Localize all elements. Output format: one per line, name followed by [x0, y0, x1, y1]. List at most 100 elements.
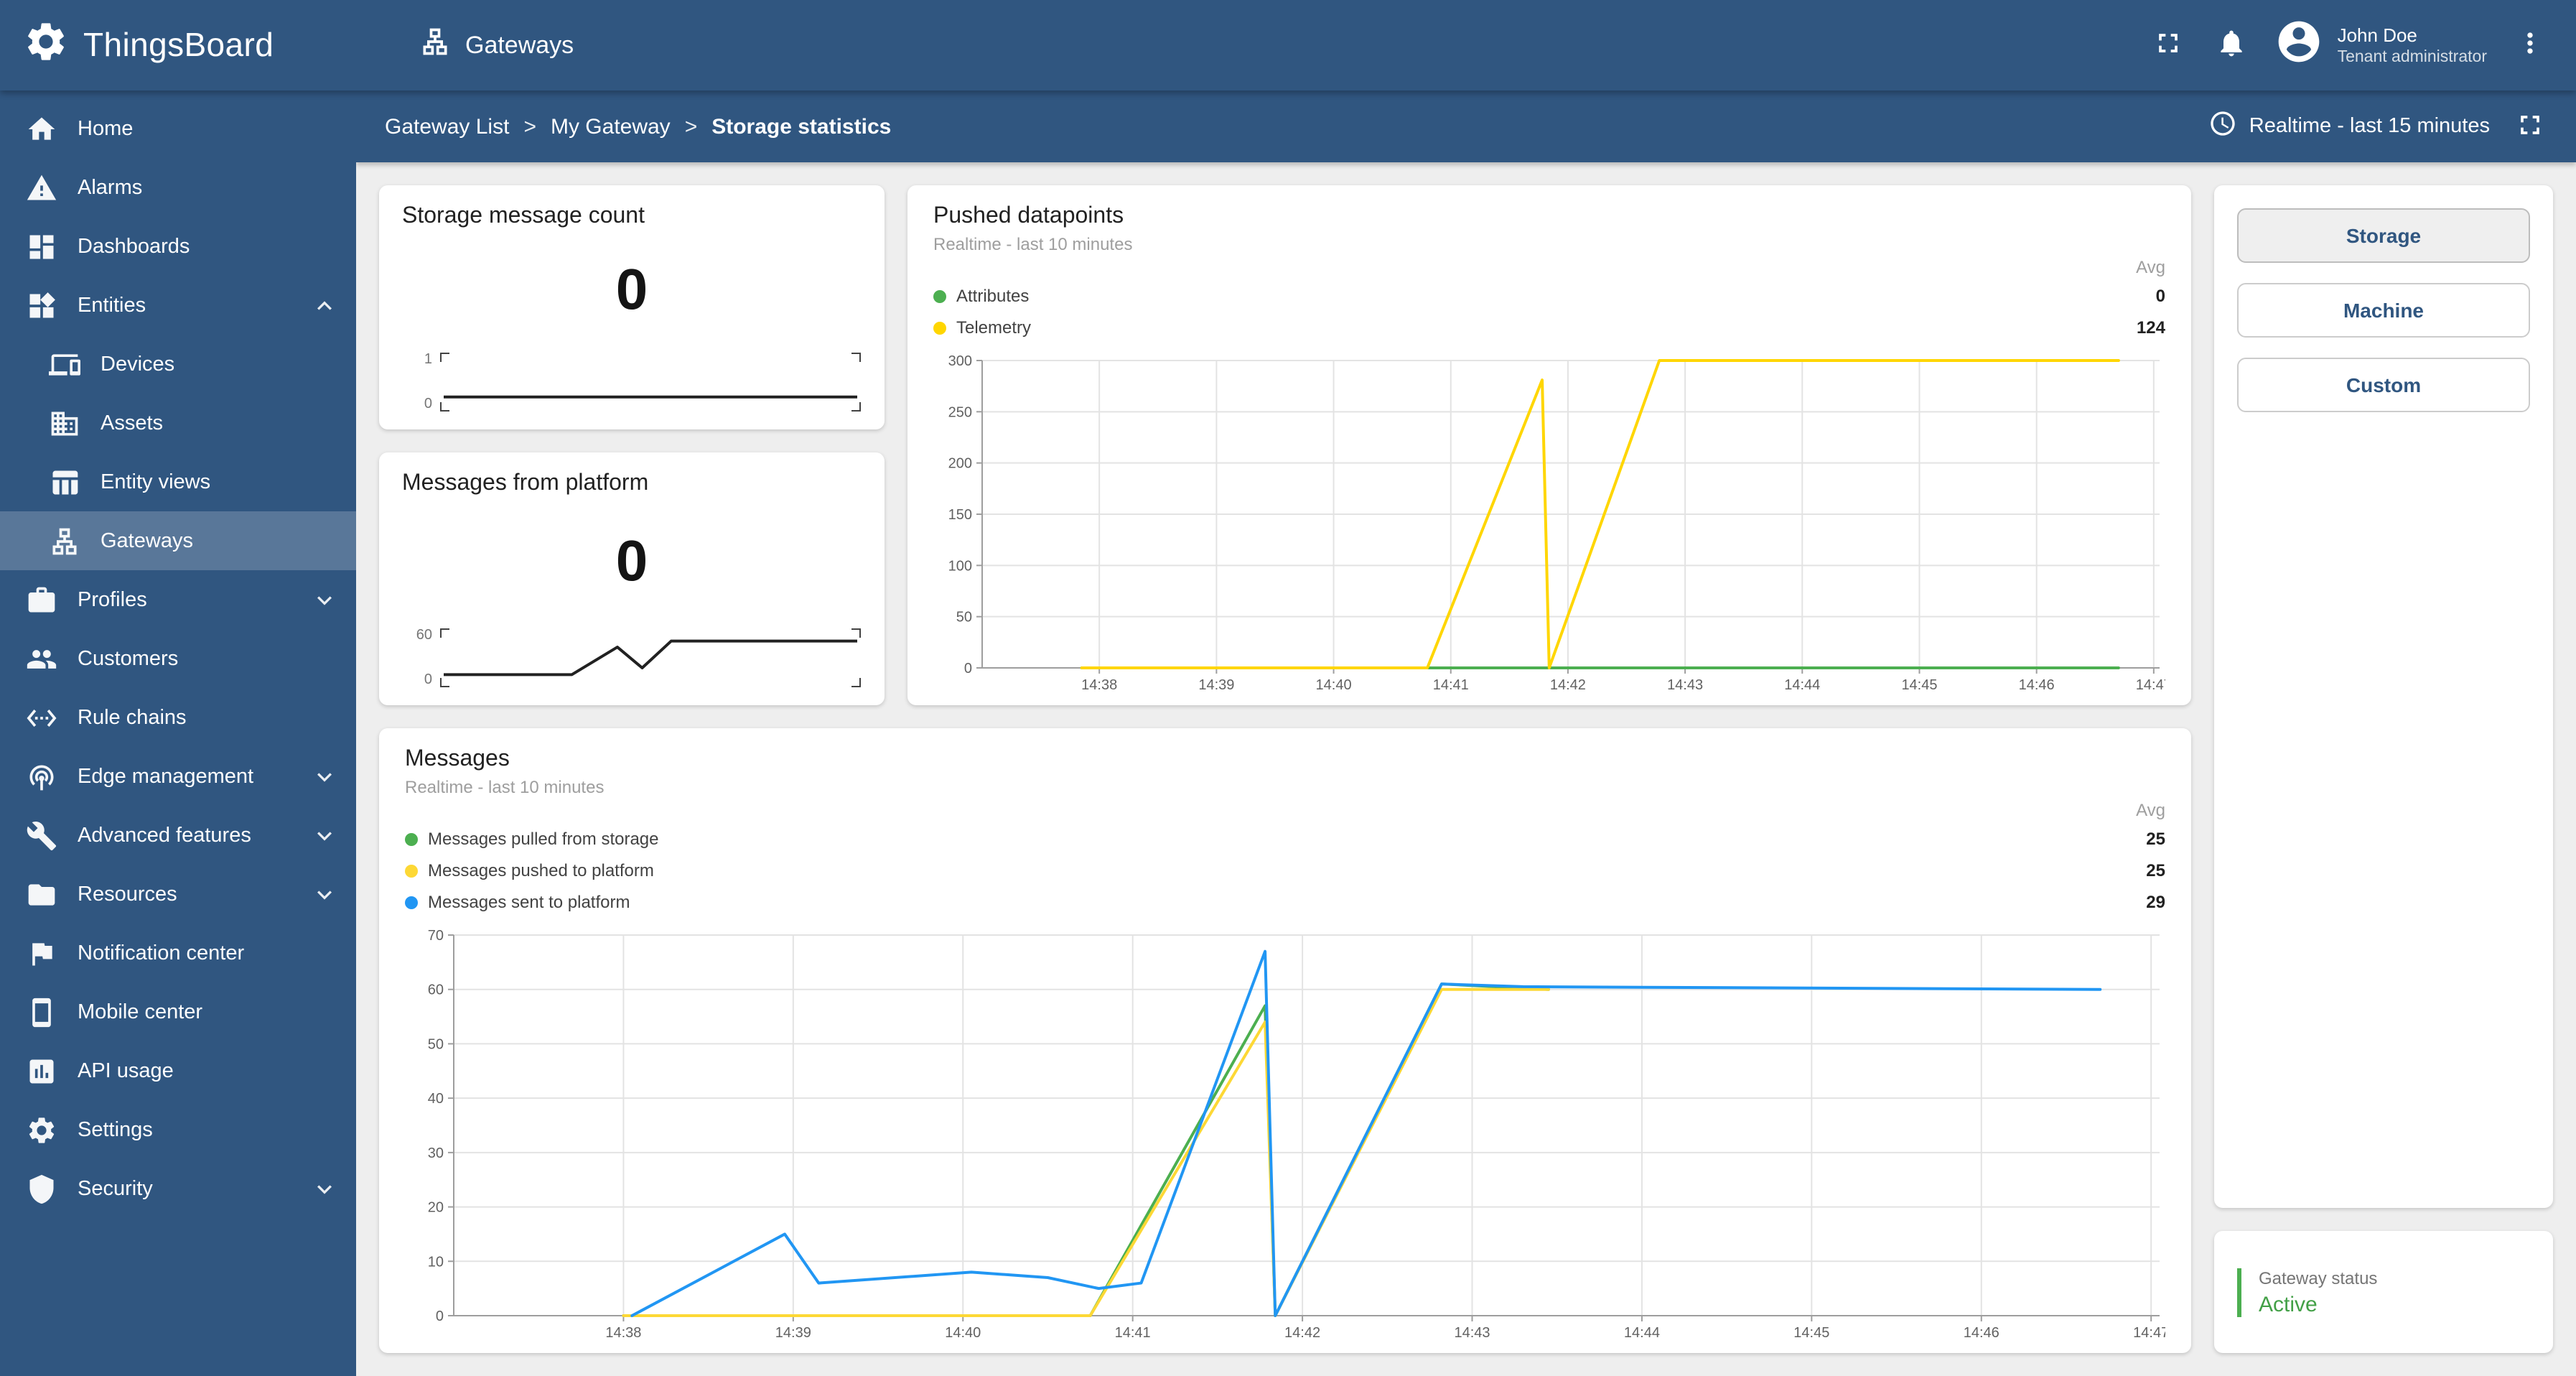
dashboard-grid: Storage message count 0 1 0 Messages fro… — [356, 162, 2576, 1376]
sidebar-item-notification-center[interactable]: Notification center — [0, 924, 356, 982]
legend-label: Messages pushed to platform — [428, 860, 654, 880]
legend-dot — [405, 832, 418, 845]
sidebar-item-label: Gateways — [101, 529, 193, 552]
sidebar-item-entities[interactable]: Entities — [0, 276, 356, 335]
sidebar-item-api-usage[interactable]: API usage — [0, 1041, 356, 1100]
sidebar-item-home[interactable]: Home — [0, 99, 356, 158]
settings-icon — [26, 1114, 57, 1145]
svg-text:14:45: 14:45 — [1901, 677, 1937, 693]
messages-card: Messages Realtime - last 10 minutes Avg … — [379, 728, 2191, 1353]
sidebar-item-label: API usage — [78, 1059, 174, 1082]
entity-views-icon — [49, 466, 80, 498]
spark-max-label: 60 — [416, 628, 432, 643]
legend-label: Messages sent to platform — [428, 892, 630, 912]
legend-item-messages-pulled-from-storage[interactable]: Messages pulled from storage 25 — [405, 823, 2165, 855]
state-button-storage[interactable]: Storage — [2237, 208, 2530, 263]
dashboards-icon — [26, 231, 57, 262]
widget-subtitle: Realtime - last 10 minutes — [933, 234, 1133, 254]
legend-item-attributes[interactable]: Attributes 0 — [933, 280, 2165, 312]
breadcrumb-item-gateway-list[interactable]: Gateway List — [385, 114, 509, 139]
legend-item-messages-pushed-to-platform[interactable]: Messages pushed to platform 25 — [405, 855, 2165, 886]
svg-text:14:47: 14:47 — [2136, 677, 2165, 693]
state-button-custom[interactable]: Custom — [2237, 358, 2530, 412]
sidebar-item-label: Mobile center — [78, 1000, 203, 1023]
fullscreen-button[interactable] — [2139, 17, 2197, 74]
gateway-status-card: Gateway status Active — [2214, 1231, 2553, 1353]
spark-min-label: 0 — [424, 396, 432, 412]
svg-text:14:41: 14:41 — [1433, 677, 1469, 693]
sidebar-item-gateways[interactable]: Gateways — [0, 511, 356, 570]
sidebar-item-advanced-features[interactable]: Advanced features — [0, 806, 356, 865]
sidebar-item-devices[interactable]: Devices — [0, 335, 356, 394]
profiles-icon — [26, 584, 57, 615]
breadcrumb-item-storage-statistics: Storage statistics — [711, 114, 892, 139]
chart-legend: Attributes 0 Telemetry 124 — [933, 280, 2165, 343]
sidebar-item-rule-chains[interactable]: Rule chains — [0, 688, 356, 747]
sidebar-item-edge-management[interactable]: Edge management — [0, 747, 356, 806]
gateways-icon — [49, 525, 80, 557]
legend-avg-header: Avg — [2136, 257, 2165, 277]
notifications-button[interactable] — [2203, 17, 2260, 74]
scale-wrapper: ThingsBoard Gateways John Doe Tenant adm… — [0, 0, 2576, 1376]
devices-icon — [49, 348, 80, 380]
user-name: John Doe — [2337, 24, 2417, 46]
svg-text:20: 20 — [428, 1200, 444, 1216]
sidebar-item-resources[interactable]: Resources — [0, 865, 356, 924]
sparkline-row: 1 0 — [402, 352, 862, 412]
pushed-datapoints-chart[interactable]: 14:38 14:39 14:40 14:41 14:42 14:43 14:44 14:45… — [933, 349, 2165, 697]
svg-text:250: 250 — [948, 404, 972, 420]
svg-text:14:38: 14:38 — [1081, 677, 1117, 693]
page-title: Gateways — [465, 31, 574, 58]
widget-title: Storage message count — [402, 204, 645, 228]
sidebar-item-alarms[interactable]: Alarms — [0, 158, 356, 217]
chevron-down-icon — [310, 821, 339, 850]
chart-legend: Messages pulled from storage 25 Messages p… — [405, 823, 2165, 918]
account-circle-icon — [2274, 17, 2323, 73]
svg-text:50: 50 — [956, 610, 972, 626]
dashboard-fullscreen-button[interactable] — [2501, 98, 2559, 155]
sidebar-item-security[interactable]: Security — [0, 1159, 356, 1218]
sidebar-item-mobile-center[interactable]: Mobile center — [0, 982, 356, 1041]
legend-avg-value: 29 — [2146, 892, 2165, 912]
fullscreen-icon — [2152, 27, 2184, 63]
legend-item-messages-sent-to-platform[interactable]: Messages sent to platform 29 — [405, 886, 2165, 918]
page-head: Gateways — [419, 26, 574, 65]
svg-text:14:42: 14:42 — [1284, 1325, 1320, 1341]
assets-icon — [49, 407, 80, 439]
svg-text:14:40: 14:40 — [1316, 677, 1352, 693]
state-button-machine[interactable]: Machine — [2237, 283, 2530, 338]
api-usage-icon — [26, 1055, 57, 1087]
timewindow-button[interactable]: Realtime - last 15 minutes — [2209, 109, 2490, 144]
messages-chart[interactable]: 14:38 14:39 14:40 14:41 14:42 14:43 14:44 14:45… — [405, 924, 2165, 1344]
svg-text:14:44: 14:44 — [1624, 1325, 1660, 1341]
app-name: ThingsBoard — [83, 26, 274, 63]
legend-item-telemetry[interactable]: Telemetry 124 — [933, 312, 2165, 343]
spark-min-label: 0 — [424, 672, 432, 688]
customers-icon — [26, 643, 57, 674]
sidebar-item-entity-views[interactable]: Entity views — [0, 452, 356, 511]
spark-max-label: 1 — [424, 352, 432, 368]
sidebar-item-assets[interactable]: Assets — [0, 394, 356, 452]
svg-text:14:39: 14:39 — [1198, 677, 1234, 693]
breadcrumb-item-my-gateway[interactable]: My Gateway — [551, 114, 671, 139]
more-menu-button[interactable] — [2501, 17, 2559, 74]
gateway-status-label: Gateway status — [2259, 1268, 2378, 1288]
sidebar-item-dashboards[interactable]: Dashboards — [0, 217, 356, 276]
sidebar-item-customers[interactable]: Customers — [0, 629, 356, 688]
sidebar-item-settings[interactable]: Settings — [0, 1100, 356, 1159]
legend-avg-value: 25 — [2146, 860, 2165, 880]
legend-avg-value: 25 — [2146, 829, 2165, 849]
home-icon — [26, 113, 57, 144]
app-logo[interactable]: ThingsBoard — [0, 19, 356, 72]
dashboard-toolbar: Gateway List > My Gateway > Storage statisti… — [356, 90, 2576, 162]
sidebar-item-profiles[interactable]: Profiles — [0, 570, 356, 629]
svg-text:30: 30 — [428, 1145, 444, 1161]
chevron-down-icon — [310, 762, 339, 791]
svg-text:14:46: 14:46 — [1964, 1325, 1999, 1341]
content-column: Gateway List > My Gateway > Storage statisti… — [356, 90, 2576, 1376]
sidebar-item-label: Home — [78, 117, 134, 140]
svg-text:150: 150 — [948, 507, 972, 523]
pushed-datapoints-card: Pushed datapoints Realtime - last 10 min… — [907, 185, 2191, 705]
bell-icon — [2216, 27, 2247, 63]
user-menu[interactable]: John Doe Tenant administrator — [2274, 17, 2487, 73]
